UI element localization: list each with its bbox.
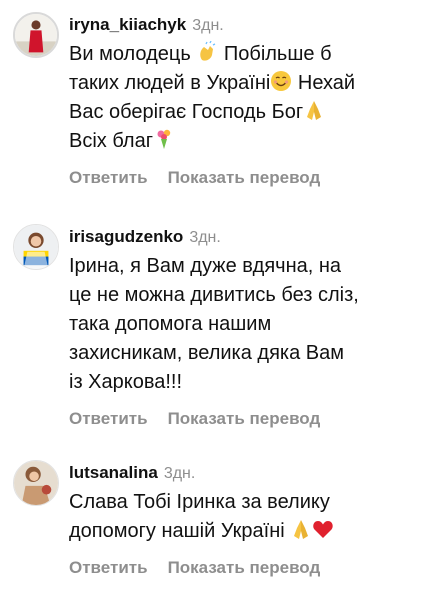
folded-hands-icon <box>303 99 325 121</box>
comment-line: Ірина, я Вам дуже вдячна, на <box>69 255 342 277</box>
comment-line: таких людей в Україні Нехай <box>69 70 356 94</box>
comment-text: Ви молодець Побільше б таких людей в Укр… <box>69 40 422 156</box>
comment-line: допомогу нашій Україні <box>69 517 422 546</box>
timestamp: 3дн. <box>163 465 196 482</box>
show-translation-button[interactable]: Показать перевод <box>168 558 321 577</box>
comments-list: iryna_kiiachyk 3дн. Ви молодець Побільше … <box>0 0 430 600</box>
timestamp: 3дн. <box>192 17 224 34</box>
comment-line: Вас оберігає Господь Бог <box>69 98 422 127</box>
comment-line: така допомога нашим <box>69 313 272 335</box>
show-translation-button[interactable]: Показать перевод <box>168 409 321 428</box>
avatar[interactable] <box>13 224 59 270</box>
comment-actions: Ответить Показать перевод <box>69 166 422 190</box>
red-heart-icon <box>312 518 334 540</box>
comment-line: Ви молодець Побільше б <box>69 41 332 65</box>
comment-line: із Харкова!!! <box>69 371 183 393</box>
username[interactable]: irisagudzenko <box>69 227 183 246</box>
avatar-image <box>15 14 57 56</box>
reply-button[interactable]: Ответить <box>69 168 148 187</box>
smiling-face-icon <box>270 70 292 92</box>
comment-body: iryna_kiiachyk 3дн. Ви молодець Побільше … <box>69 12 422 190</box>
folded-hands-icon <box>290 518 312 540</box>
comment-actions: Ответить Показать перевод <box>69 556 422 580</box>
comment-actions: Ответить Показать перевод <box>69 407 422 431</box>
comment-meta: irisagudzenko 3дн. <box>69 224 422 250</box>
comment-meta: lutsanalina 3дн. <box>69 460 422 486</box>
reply-button[interactable]: Ответить <box>69 409 148 428</box>
bouquet-icon <box>153 128 175 150</box>
comment-line: захисникам, велика дяка Вам <box>69 342 345 364</box>
comment-text: Ірина, я Вам дуже вдячна, на це не можна… <box>69 252 422 397</box>
comment-meta: iryna_kiiachyk 3дн. <box>69 12 422 38</box>
timestamp: 3дн. <box>189 229 221 246</box>
comment-line: це не можна дивитись без сліз, <box>69 284 359 306</box>
avatar-image <box>14 225 58 269</box>
reply-button[interactable]: Ответить <box>69 558 148 577</box>
comment-text: Слава Тобі Іринка за велику допомогу наш… <box>69 488 422 546</box>
avatar[interactable] <box>13 12 59 58</box>
comment-body: lutsanalina 3дн. Слава Тобі Іринка за вел… <box>69 460 422 580</box>
comment-line: Слава Тобі Іринка за велику <box>69 491 330 513</box>
avatar-image <box>14 461 58 505</box>
avatar[interactable] <box>13 460 59 506</box>
clapping-hands-icon <box>196 41 218 63</box>
comment-line: Всіх благ <box>69 127 422 156</box>
show-translation-button[interactable]: Показать перевод <box>168 168 321 187</box>
comment-body: irisagudzenko 3дн. Ірина, я Вам дуже вдяч… <box>69 224 422 431</box>
username[interactable]: lutsanalina <box>69 463 158 482</box>
username[interactable]: iryna_kiiachyk <box>69 15 186 34</box>
